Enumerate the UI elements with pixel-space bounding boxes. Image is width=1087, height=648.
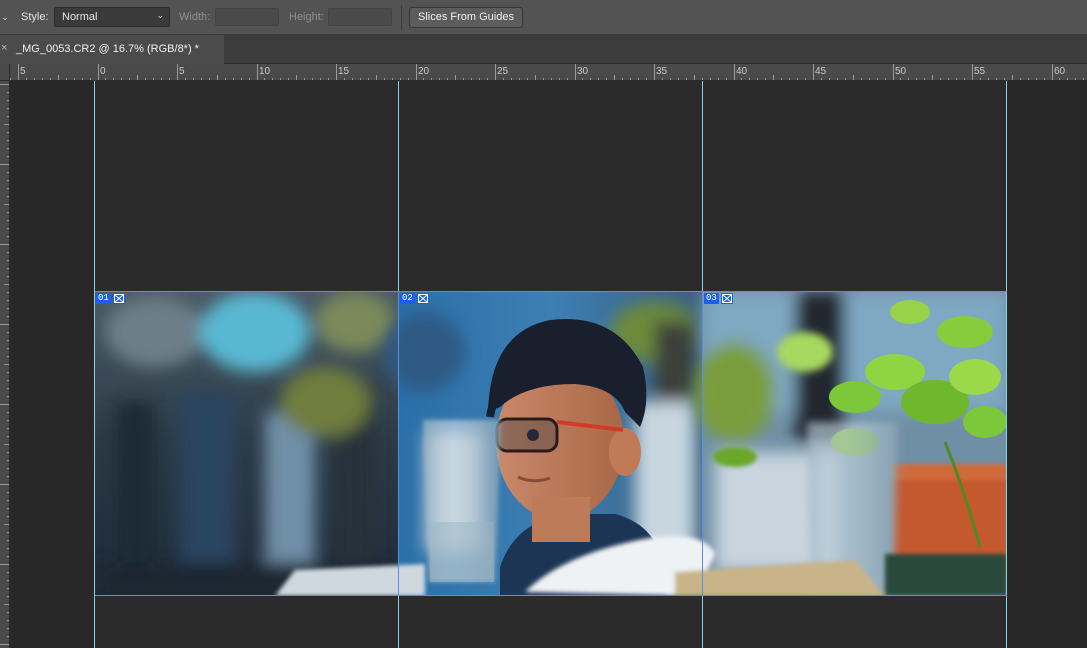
guide-line-1[interactable] bbox=[94, 81, 95, 648]
slice-number: 02 bbox=[400, 293, 415, 304]
slice-number: 01 bbox=[96, 293, 111, 304]
ruler-label: 20 bbox=[418, 66, 430, 77]
style-select-value: Normal bbox=[62, 11, 98, 23]
options-separator bbox=[401, 5, 402, 30]
document-tab-title: _MG_0053.CR2 @ 16.7% (RGB/8*) * bbox=[16, 43, 199, 55]
ruler-label: 45 bbox=[815, 66, 827, 77]
chevron-down-icon: ⌄ bbox=[156, 10, 164, 20]
slice-divider-2 bbox=[702, 292, 703, 596]
slice-divider-1 bbox=[398, 292, 399, 596]
photoshop-window: ⌄ Style: Normal ⌄ Width: Height: Slices … bbox=[0, 0, 1087, 648]
vertical-ruler[interactable] bbox=[0, 81, 10, 648]
canvas[interactable]: 01 02 03 bbox=[11, 81, 1087, 648]
ruler-label: 10 bbox=[259, 66, 271, 77]
horizontal-ruler-ticks bbox=[10, 64, 1084, 80]
vertical-ruler-ticks bbox=[0, 84, 9, 645]
style-label: Style: bbox=[21, 11, 49, 23]
image-slice-icon bbox=[720, 293, 733, 304]
ruler-label: 25 bbox=[497, 66, 509, 77]
height-field[interactable] bbox=[328, 8, 392, 26]
ruler-label: 50 bbox=[895, 66, 907, 77]
width-field[interactable] bbox=[215, 8, 279, 26]
ruler-label: 5 bbox=[179, 66, 185, 77]
slices-from-guides-button[interactable]: Slices From Guides bbox=[409, 7, 523, 28]
slice-badge-3[interactable]: 03 bbox=[704, 293, 733, 304]
slice-badge-1[interactable]: 01 bbox=[96, 293, 125, 304]
tool-preset-chevron-icon[interactable]: ⌄ bbox=[0, 12, 10, 23]
style-select[interactable]: Normal ⌄ bbox=[54, 7, 170, 27]
ruler-origin[interactable] bbox=[0, 64, 10, 81]
photo-image bbox=[95, 292, 1007, 596]
slice-border-top bbox=[95, 291, 1007, 292]
ruler-label: 5 bbox=[20, 66, 26, 77]
guide-line-4[interactable] bbox=[1006, 81, 1007, 648]
width-label: Width: bbox=[179, 11, 211, 23]
ruler-label: 30 bbox=[577, 66, 589, 77]
image-slice-icon bbox=[416, 293, 429, 304]
ruler-label: 0 bbox=[100, 66, 106, 77]
ruler-label: 35 bbox=[656, 66, 668, 77]
slice-border-bottom bbox=[95, 595, 1007, 596]
image-slice-icon bbox=[112, 293, 125, 304]
height-label: Height: bbox=[289, 11, 324, 23]
document-tab[interactable]: × _MG_0053.CR2 @ 16.7% (RGB/8*) * bbox=[0, 35, 224, 64]
photo-illustration bbox=[95, 292, 1007, 596]
options-bar: ⌄ Style: Normal ⌄ Width: Height: Slices … bbox=[0, 0, 1087, 35]
ruler-label: 15 bbox=[338, 66, 350, 77]
ruler-label: 60 bbox=[1054, 66, 1066, 77]
ruler-label: 55 bbox=[974, 66, 986, 77]
document-tab-bar: × _MG_0053.CR2 @ 16.7% (RGB/8*) * bbox=[0, 35, 1087, 64]
ruler-label: 40 bbox=[736, 66, 748, 77]
slice-number: 03 bbox=[704, 293, 719, 304]
horizontal-ruler[interactable]: 5 0 5 10 15 20 25 30 35 40 45 50 55 60 bbox=[10, 64, 1087, 81]
slice-badge-2[interactable]: 02 bbox=[400, 293, 429, 304]
close-tab-icon[interactable]: × bbox=[1, 42, 7, 54]
